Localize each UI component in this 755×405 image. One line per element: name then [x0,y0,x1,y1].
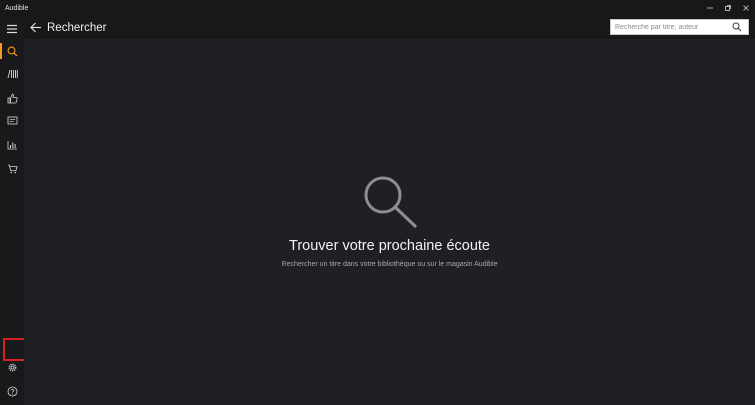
close-button[interactable] [737,0,755,16]
sidebar-item-search[interactable] [0,40,24,62]
stats-icon [7,141,17,150]
sidebar-item-menu[interactable] [0,18,24,40]
sidebar-item-store[interactable] [0,158,24,180]
search-submit-button[interactable] [729,20,745,34]
sidebar-item-stats[interactable] [0,134,24,156]
message-icon [7,116,17,125]
minimize-icon [707,7,713,9]
empty-state-title: Trouver votre prochaine écoute [289,238,490,254]
close-icon [743,5,749,11]
back-button[interactable] [27,19,45,37]
restore-icon [725,5,731,11]
sidebar-item-help[interactable] [0,380,24,402]
hamburger-icon [7,24,17,34]
back-arrow-icon [30,22,41,33]
search-box [610,19,749,35]
help-icon [7,386,17,396]
cart-icon [7,164,18,174]
gear-icon [8,363,16,371]
search-icon [732,22,742,32]
empty-state-subtitle: Rechercher un titre dans votre bibliothè… [281,261,498,268]
library-icon [7,69,18,79]
app-title: Audible [5,4,29,12]
search-icon [7,46,17,56]
magnifier-icon [364,176,417,228]
thumbs-up-icon [7,93,18,103]
sidebar-item-library[interactable] [0,63,24,85]
title-bar: Audible [0,0,755,16]
minimize-button[interactable] [701,0,719,16]
main-content: Trouver votre prochaine écoute Recherche… [24,39,755,405]
restore-button[interactable] [719,0,737,16]
sidebar-item-recommendations[interactable] [0,87,24,109]
search-input[interactable] [611,20,729,34]
page-header: Rechercher [24,16,755,39]
page-title: Rechercher [47,21,107,34]
window-controls [701,0,755,16]
sidebar-item-messages[interactable] [0,110,24,132]
